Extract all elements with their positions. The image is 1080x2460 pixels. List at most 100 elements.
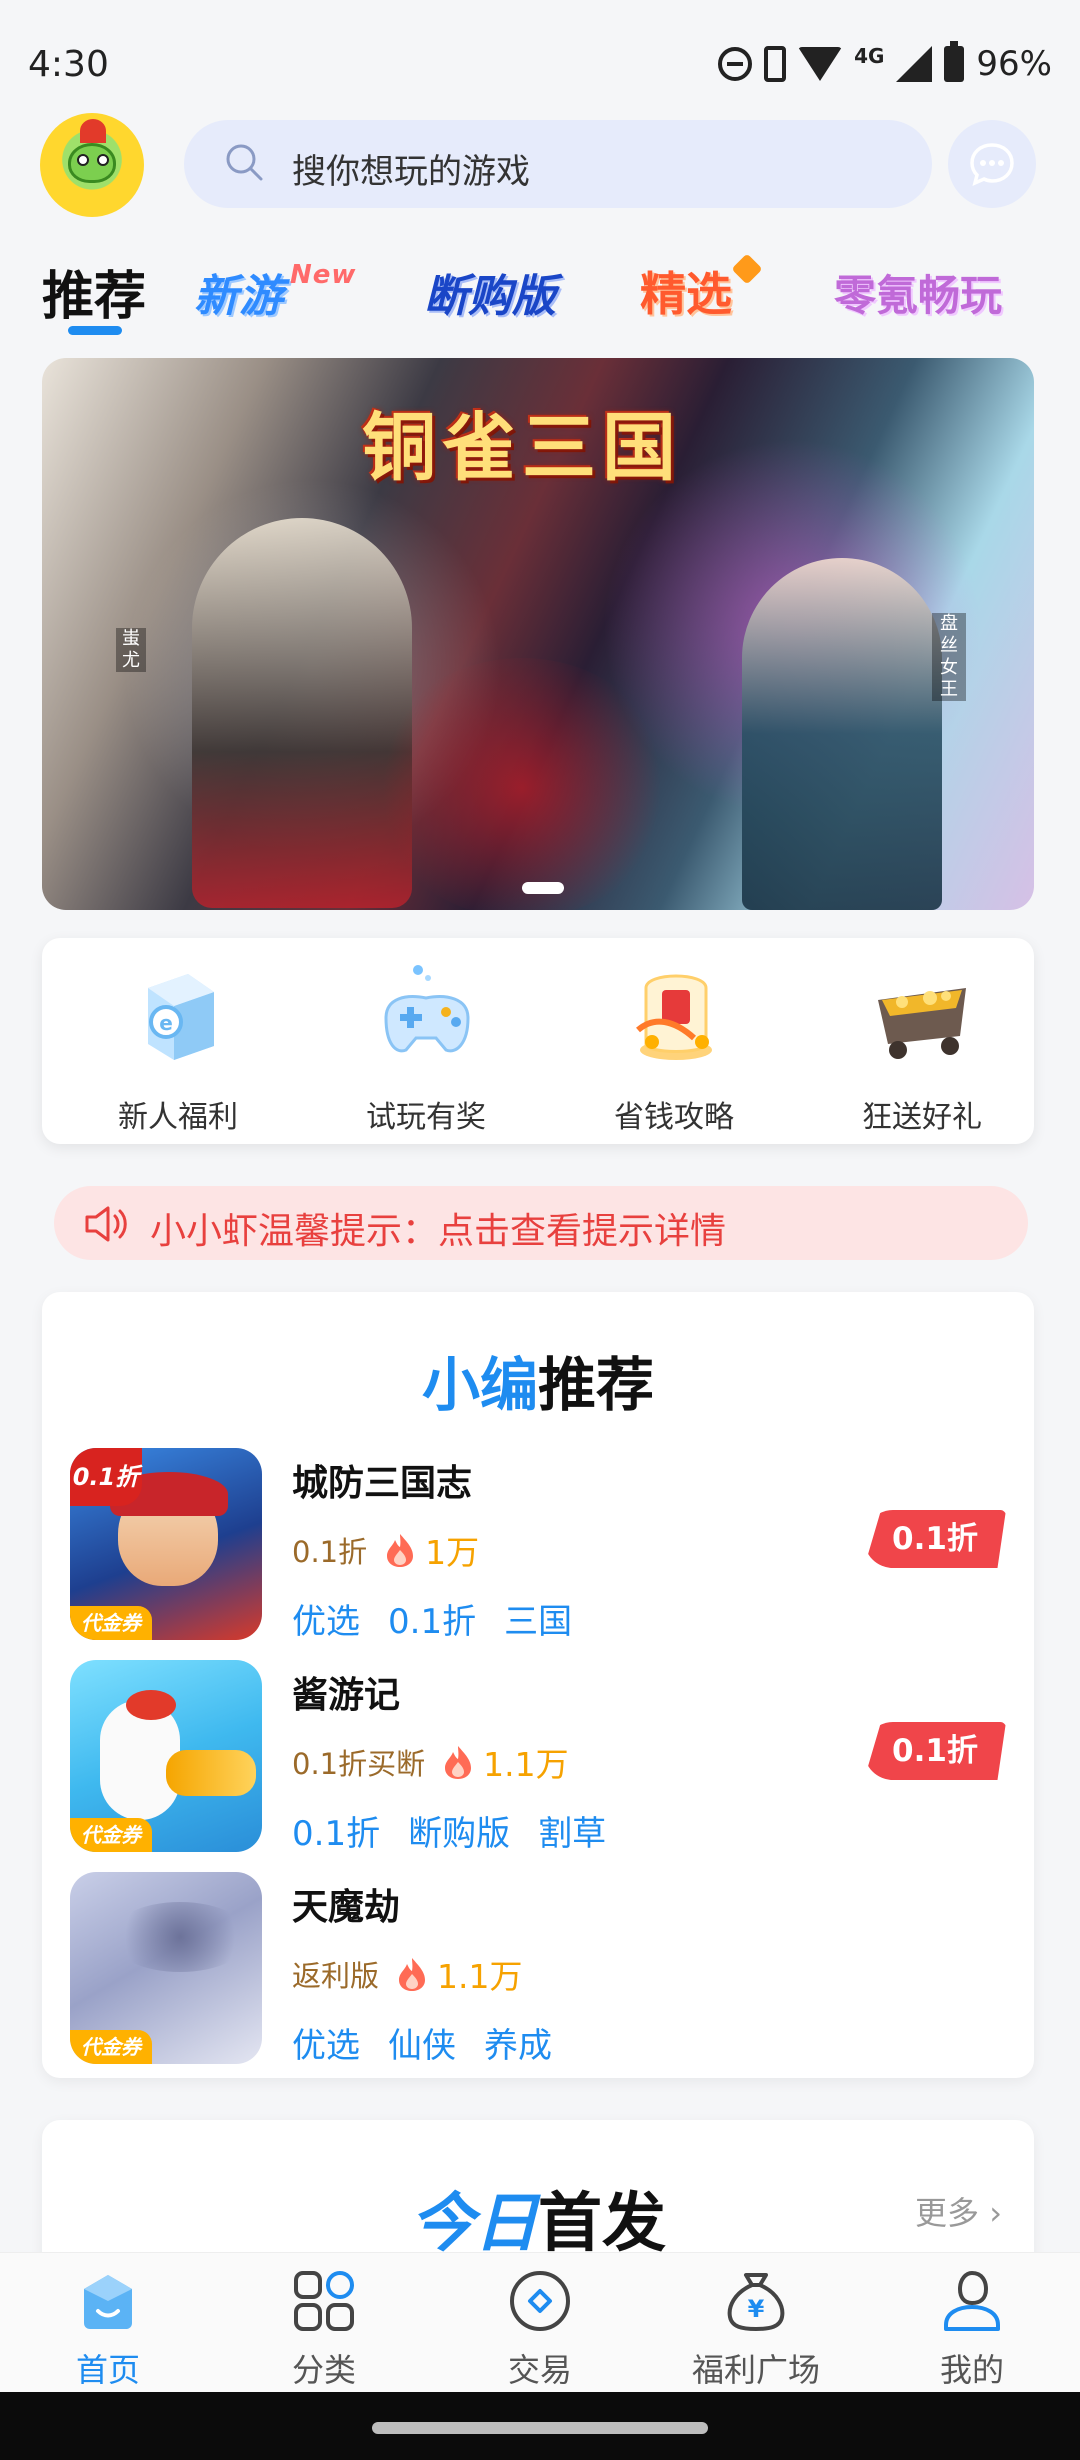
chevron-right-icon: › <box>989 2194 1002 2232</box>
game-tags: 0.1折 断购版 割草 <box>292 1806 606 1855</box>
money-bag-icon: ¥ <box>727 2273 785 2332</box>
trade-icon <box>510 2271 570 2331</box>
section-title: 小编推荐 <box>42 1338 1034 1422</box>
game-tag[interactable]: 养成 <box>484 2018 552 2067</box>
feature-grid: e 新人福利 试玩有奖 省钱攻略 狂送好礼 <box>42 938 1034 1144</box>
diamond-icon <box>731 253 763 285</box>
section-title-main: 首发 <box>538 2187 666 2261</box>
feature-label: 试玩有奖 <box>366 1100 486 1135</box>
banner-character-right <box>742 558 942 910</box>
game-name: 城防三国志 <box>292 1463 473 1504</box>
game-heat: 1.1万 <box>483 1745 569 1784</box>
game-subtitle: 返利版 <box>292 1959 380 1993</box>
game-subtitle: 0.1折买断 <box>292 1747 426 1781</box>
battery-icon <box>944 41 965 82</box>
feature-trial-reward[interactable]: 试玩有奖 <box>326 958 526 1135</box>
game-icon: 代金券 <box>70 1872 262 2064</box>
voucher-tag: 代金券 <box>70 1606 152 1640</box>
vibrate-icon <box>764 46 787 82</box>
nav-label: 分类 <box>291 2351 356 2389</box>
home-icon <box>84 2275 132 2329</box>
game-item-chengfang[interactable]: 0.1折 代金券 城防三国志 0.1折 1万 优选 0.1折 三国 0.1折 <box>70 1448 1006 1642</box>
game-icon: 代金券 <box>70 1660 262 1852</box>
tab-buyout[interactable]: 断购版 <box>424 260 556 340</box>
game-tag[interactable]: 三国 <box>504 1594 572 1643</box>
game-subtitle: 0.1折 <box>292 1535 368 1569</box>
game-tag[interactable]: 0.1折 <box>388 1594 476 1643</box>
game-subtitle-row: 返利版 1.1万 <box>292 1950 523 1998</box>
banner-glow <box>372 658 672 910</box>
nav-category[interactable]: 分类 <box>224 2267 424 2389</box>
avatar[interactable] <box>40 113 144 217</box>
game-icon: 0.1折 代金券 <box>70 1448 262 1640</box>
search-bar[interactable]: 搜你想玩的游戏 <box>184 120 932 208</box>
battery-level: 96% <box>976 44 1052 84</box>
svg-text:¥: ¥ <box>748 2295 765 2323</box>
more-label: 更多 <box>915 2194 980 2232</box>
tab-selected[interactable]: 精选 <box>640 253 763 338</box>
voucher-tag: 代金券 <box>70 2030 152 2064</box>
feature-newcomer-welfare[interactable]: e 新人福利 <box>78 958 278 1135</box>
game-item-tianmojie[interactable]: 代金券 天魔劫 返利版 1.1万 优选 仙侠 养成 <box>70 1872 1006 2066</box>
gesture-navigation-bar <box>0 2392 1080 2460</box>
more-link[interactable]: 更多 › <box>915 2188 1002 2234</box>
feature-label: 狂送好礼 <box>862 1100 982 1135</box>
tab-selected-label: 精选 <box>640 267 732 321</box>
game-tag[interactable]: 优选 <box>292 2018 360 2067</box>
wifi-icon <box>798 47 843 81</box>
game-character-gun <box>166 1750 256 1796</box>
banner-caption-right: 盘丝女王 <box>932 613 966 701</box>
home-gesture-pill[interactable] <box>372 2422 708 2434</box>
avatar-eye <box>77 154 89 166</box>
svg-text:e: e <box>159 1011 173 1035</box>
banner-caption-left: 蚩尤 <box>116 628 146 672</box>
nav-trade[interactable]: 交易 <box>440 2267 640 2389</box>
editor-recommend-section: 小编推荐 0.1折 代金券 城防三国志 0.1折 1万 优选 0.1折 三国 0… <box>42 1292 1034 2078</box>
section-title-highlight: 小编 <box>421 1351 538 1419</box>
network-type: 4G <box>854 44 885 68</box>
nav-label: 我的 <box>939 2351 1004 2389</box>
game-item-jiangyouji[interactable]: 代金券 酱游记 0.1折买断 1.1万 0.1折 断购版 割草 0.1折 <box>70 1660 1006 1854</box>
nav-home[interactable]: 首页 <box>8 2267 208 2389</box>
message-button[interactable] <box>948 120 1036 208</box>
game-tag[interactable]: 仙侠 <box>388 2018 456 2067</box>
discount-badge: 0.1折 <box>864 1510 1006 1568</box>
banner-title: 铜雀三国 <box>362 405 682 491</box>
game-tag[interactable]: 优选 <box>292 1594 360 1643</box>
notice-bar[interactable]: 小小虾温馨提示：点击查看提示详情 <box>54 1186 1028 1260</box>
game-tags: 优选 0.1折 三国 <box>292 1594 572 1643</box>
nav-welfare-plaza[interactable]: ¥ 福利广场 <box>656 2267 856 2389</box>
gamepad-icon <box>384 965 470 1053</box>
gift-box-icon: e <box>148 974 214 1060</box>
discount-badge: 0.1折 <box>864 1722 1006 1780</box>
game-tag[interactable]: 0.1折 <box>292 1806 380 1855</box>
tab-recommend[interactable]: 推荐 <box>42 254 146 334</box>
tab-new-games[interactable]: 新游 New <box>194 260 356 340</box>
nav-profile[interactable]: 我的 <box>872 2267 1072 2389</box>
feature-money-saving[interactable]: 省钱攻略 <box>574 958 774 1135</box>
tab-new-games-label: 新游 <box>194 271 284 322</box>
feature-big-gifts[interactable]: 狂送好礼 <box>822 958 1022 1135</box>
section-title-highlight: 今日 <box>410 2187 538 2261</box>
voucher-tag: 代金券 <box>70 1818 152 1852</box>
tab-active-indicator <box>68 326 122 335</box>
status-time: 4:30 <box>28 44 109 85</box>
icon-discount-tag: 0.1折 <box>70 1448 142 1506</box>
game-tag[interactable]: 断购版 <box>408 1806 510 1855</box>
game-tags: 优选 仙侠 养成 <box>292 2018 552 2067</box>
game-name: 酱游记 <box>292 1675 401 1716</box>
search-input[interactable]: 搜你想玩的游戏 <box>292 144 530 193</box>
status-bar: 4:30 4G 96% <box>0 0 1080 110</box>
game-name: 天魔劫 <box>292 1887 401 1928</box>
game-heat: 1万 <box>425 1533 480 1572</box>
game-heat: 1.1万 <box>437 1957 523 1996</box>
signal-icon <box>896 46 933 82</box>
promo-banner[interactable]: 铜雀三国 蚩尤 盘丝女王 <box>42 358 1034 910</box>
bottom-navigation: 首页 分类 交易 ¥ 福利广场 我的 <box>0 2252 1080 2392</box>
flame-icon <box>445 1746 472 1779</box>
avatar-comb <box>80 119 106 143</box>
game-tag[interactable]: 割草 <box>538 1806 606 1855</box>
nav-label: 交易 <box>507 2351 572 2389</box>
tab-zero-kr[interactable]: 零氪畅玩 <box>834 262 1002 342</box>
nav-label: 福利广场 <box>691 2351 820 2389</box>
